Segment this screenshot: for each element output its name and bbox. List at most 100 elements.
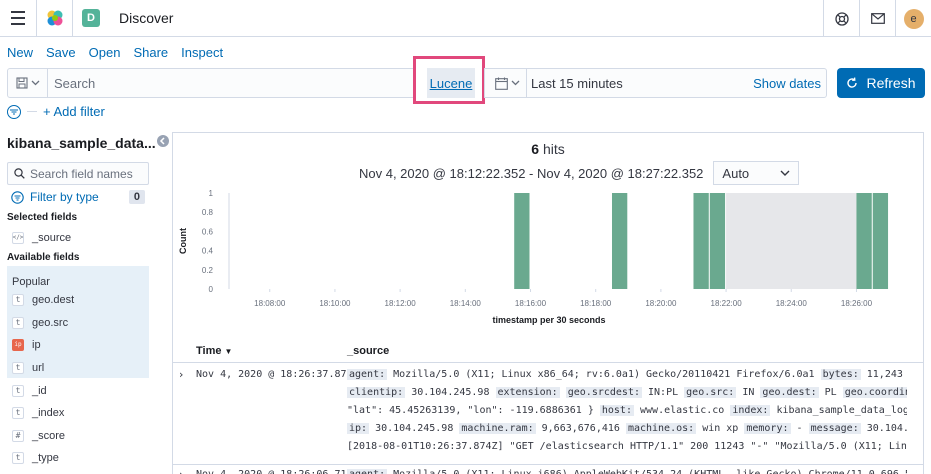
hits-label: hits	[542, 141, 565, 157]
y-tick-label: 1	[209, 189, 214, 198]
field-value: 30.104.245.98	[369, 423, 460, 434]
y-tick-label: 0.2	[202, 266, 214, 275]
x-tick-label: 18:24:00	[776, 299, 808, 308]
field-key: extension:	[495, 387, 560, 398]
string-field-icon: t	[12, 451, 24, 464]
field-item[interactable]: ip ip	[7, 333, 149, 356]
field-item[interactable]: # _score	[7, 424, 149, 447]
x-tick-label: 18:22:00	[711, 299, 743, 308]
field-item[interactable]: t url	[7, 356, 149, 379]
string-field-icon: t	[12, 384, 24, 397]
time-header-label: Time	[196, 345, 222, 357]
row-source: agent: Mozilla/5.0 (X11; Linux x86_64; r…	[347, 366, 907, 456]
mail-icon	[870, 13, 885, 24]
field-name: _score	[32, 429, 66, 442]
filter-count-badge: 0	[128, 190, 145, 204]
menu-button[interactable]	[0, 0, 37, 37]
x-tick-label: 18:10:00	[319, 299, 351, 308]
filter-bar: + Add filter	[7, 104, 105, 119]
collapse-sidebar-button[interactable]	[157, 135, 169, 147]
field-key: geo.srcdest:	[565, 387, 642, 398]
histogram-bar	[856, 193, 872, 289]
filter-by-type-label: Filter by type	[30, 190, 99, 204]
row-source: agent: Mozilla/5.0 (X11; Linux i686) App…	[347, 466, 907, 474]
refresh-label: Refresh	[866, 75, 916, 91]
field-key: agent:	[347, 369, 388, 380]
expand-row-icon[interactable]: ›	[179, 368, 183, 381]
field-item[interactable]: t _index	[7, 401, 149, 424]
field-value: PL	[818, 387, 843, 398]
row-timestamp: Nov 4, 2020 @ 18:26:37.874	[196, 369, 353, 380]
save-icon	[15, 77, 28, 89]
sort-desc-icon: ▼	[224, 347, 233, 356]
chevron-down-icon	[511, 80, 520, 86]
string-field-icon: t	[12, 361, 24, 374]
hamburger-icon	[11, 9, 25, 27]
field-key: geo.coordinates:	[842, 387, 907, 398]
saved-queries-button[interactable]	[8, 69, 48, 97]
hits-count: 6 hits	[173, 141, 923, 157]
field-key: machine.ram:	[459, 423, 536, 434]
histogram-bar	[611, 193, 628, 289]
field-value: IN	[736, 387, 761, 398]
time-column-header[interactable]: Time ▼	[196, 345, 232, 357]
share-link[interactable]: Share	[133, 45, 168, 60]
popular-label: Popular	[12, 276, 50, 288]
field-key: message:	[808, 423, 861, 434]
refresh-button[interactable]: Refresh	[837, 68, 925, 98]
field-key: bytes:	[820, 369, 861, 380]
x-tick-label: 18:20:00	[645, 299, 677, 308]
field-name: url	[32, 361, 45, 374]
table-row[interactable]: › Nov 4, 2020 @ 18:26:37.874 agent: Mozill…	[173, 365, 923, 465]
search-input[interactable]: Search	[7, 68, 483, 98]
save-link[interactable]: Save	[46, 45, 76, 60]
refresh-icon	[847, 77, 858, 88]
index-pattern-name: kibana_sample_data...	[7, 135, 156, 151]
space-selector[interactable]: D	[73, 0, 109, 37]
field-name: _type	[32, 451, 59, 464]
ip-field-icon: ip	[12, 338, 24, 351]
field-item[interactable]: t geo.dest	[7, 288, 149, 311]
field-value: Mozilla/5.0 (X11; Linux x86_64; rv:6.0a1…	[387, 369, 821, 380]
add-filter-button[interactable]: + Add filter	[43, 104, 105, 119]
time-range-row: Nov 4, 2020 @ 18:12:22.352 - Nov 4, 2020…	[359, 161, 800, 185]
field-item[interactable]: t geo.src	[7, 311, 149, 334]
y-tick-label: 0.8	[202, 208, 214, 217]
field-name: _id	[32, 384, 47, 397]
index-pattern-selector[interactable]: kibana_sample_data...	[7, 135, 156, 151]
x-axis-label: timestamp per 30 seconds	[492, 315, 605, 325]
inspect-link[interactable]: Inspect	[181, 45, 223, 60]
user-menu-button[interactable]: e	[895, 0, 931, 37]
table-row[interactable]: › Nov 4, 2020 @ 18:26:06.713agent: Mozill…	[173, 465, 923, 474]
kibana-logo[interactable]	[37, 0, 73, 37]
filter-options-button[interactable]	[7, 104, 21, 119]
interval-select[interactable]: Auto	[713, 161, 800, 185]
time-range-label: Last 15 minutes	[531, 76, 623, 91]
date-picker[interactable]: Last 15 minutes Show dates	[484, 68, 827, 98]
quick-select-button[interactable]	[489, 69, 527, 97]
histogram-bar	[872, 193, 889, 289]
help-button[interactable]	[823, 0, 859, 37]
number-field-icon: #	[12, 429, 24, 442]
field-item[interactable]: t _type	[7, 446, 149, 469]
query-language-button[interactable]: Lucene	[427, 68, 475, 98]
field-name: geo.src	[32, 316, 69, 329]
filter-by-type-button[interactable]: Filter by type 0	[11, 190, 149, 204]
divider	[27, 111, 37, 112]
search-icon	[14, 168, 25, 179]
open-link[interactable]: Open	[89, 45, 121, 60]
histogram-chart[interactable]: 0 0.2 0.4 0.6 0.8 1 Count 18:08:00 18:10:00 18:12…	[173, 185, 923, 333]
news-button[interactable]	[859, 0, 895, 37]
hits-number: 6	[531, 141, 540, 157]
expand-row-icon[interactable]: ›	[179, 468, 183, 474]
time-range-text: Nov 4, 2020 @ 18:12:22.352 - Nov 4, 2020…	[359, 165, 704, 181]
elastic-logo-icon	[47, 10, 62, 26]
avatar: e	[903, 8, 924, 29]
field-search-input[interactable]: Search field names	[7, 162, 149, 185]
field-item[interactable]: </> _source	[7, 226, 149, 249]
show-dates-link[interactable]: Show dates	[753, 76, 821, 91]
y-tick-label: 0.4	[202, 247, 214, 256]
field-item[interactable]: t _id	[7, 379, 149, 402]
app-header: D Discover e	[0, 0, 931, 37]
new-link[interactable]: New	[7, 45, 33, 60]
